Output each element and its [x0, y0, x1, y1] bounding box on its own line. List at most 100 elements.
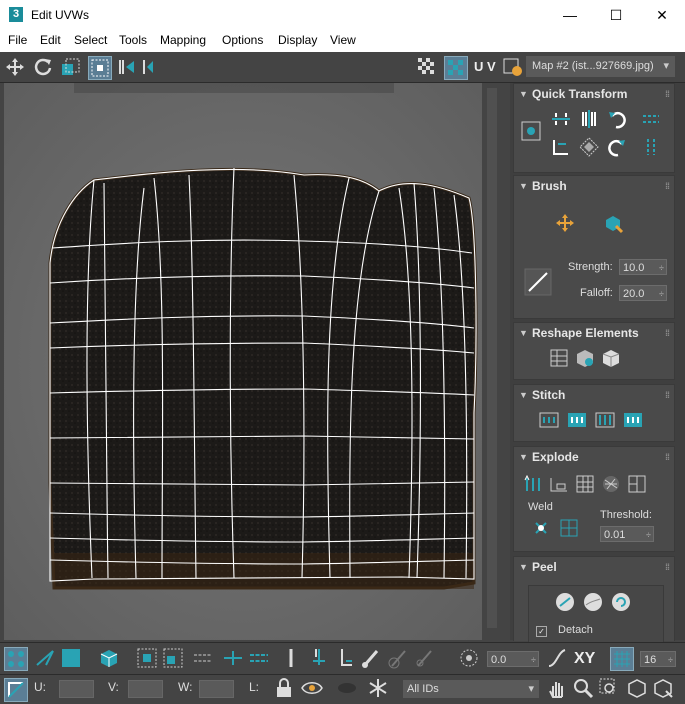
- paint-move-icon[interactable]: [554, 212, 576, 234]
- detach-edge-icon[interactable]: [548, 473, 570, 495]
- relax-until-flat-icon[interactable]: [600, 347, 622, 369]
- menu-edit[interactable]: Edit: [40, 33, 61, 47]
- flatten-by-smoothing-icon[interactable]: [600, 473, 622, 495]
- grid-size-spinner[interactable]: 16: [640, 651, 676, 668]
- map-select[interactable]: Map #2 (ist...927669.jpg): [526, 56, 675, 77]
- move-icon[interactable]: [4, 56, 26, 78]
- xy-label[interactable]: XY: [574, 650, 595, 668]
- loop-shrink-icon[interactable]: [248, 647, 270, 669]
- peel-rollout: ▼ Peel ⁞⁞ ✓ Detach: [513, 556, 675, 643]
- relax-element-icon[interactable]: [574, 347, 596, 369]
- stitch-to-source-icon[interactable]: [594, 409, 616, 431]
- checker-pattern-icon[interactable]: [416, 56, 438, 78]
- break-icon[interactable]: [522, 473, 544, 495]
- brush-header[interactable]: ▼ Brush ⁞⁞: [514, 176, 674, 196]
- grid-snap-icon[interactable]: [610, 647, 634, 671]
- zoom-icon[interactable]: [572, 677, 594, 699]
- reshape-header[interactable]: ▼ Reshape Elements ⁞⁞: [514, 323, 674, 343]
- vertex-mode-icon[interactable]: [4, 647, 28, 671]
- quick-peel-icon[interactable]: [554, 591, 576, 613]
- falloff-curve-icon[interactable]: [524, 268, 552, 296]
- weld-target-icon[interactable]: [558, 517, 580, 539]
- paint-select-icon[interactable]: [360, 647, 382, 669]
- zoom-selected-icon[interactable]: [652, 677, 674, 699]
- soft-selection-spinner[interactable]: 0.0: [487, 651, 539, 668]
- strength-spinner[interactable]: 10.0: [619, 259, 667, 276]
- menu-display[interactable]: Display: [278, 33, 317, 47]
- shrink-selection-icon[interactable]: [162, 647, 184, 669]
- visibility-icon[interactable]: [300, 677, 324, 699]
- ring-shrink-icon[interactable]: [334, 647, 356, 669]
- ring-grow-icon[interactable]: [308, 647, 330, 669]
- grow-selection-icon[interactable]: [136, 647, 158, 669]
- element-mode-icon[interactable]: [98, 647, 120, 669]
- face-mode-icon[interactable]: [60, 647, 82, 669]
- rotate-icon[interactable]: [32, 56, 54, 78]
- align-horizontal-icon[interactable]: [550, 108, 572, 130]
- loop-select-icon[interactable]: [192, 647, 214, 669]
- material-id-select[interactable]: All IDs: [403, 680, 539, 698]
- align-vertical-icon[interactable]: [578, 108, 600, 130]
- reset-peel-icon[interactable]: [610, 591, 632, 613]
- rotate-cw-icon[interactable]: [606, 136, 628, 158]
- stitch-custom-icon[interactable]: [622, 409, 644, 431]
- edge-mode-icon[interactable]: [34, 647, 56, 669]
- stitch-to-target-icon[interactable]: [538, 409, 560, 431]
- uv-editor-viewport[interactable]: [4, 83, 482, 640]
- straighten-selection-icon[interactable]: [548, 347, 570, 369]
- v-field[interactable]: [128, 680, 163, 698]
- lock-icon[interactable]: [274, 677, 294, 699]
- uv-mesh-canvas[interactable]: [4, 83, 482, 640]
- weld-selected-icon[interactable]: [530, 517, 552, 539]
- straighten-icon[interactable]: [578, 136, 600, 158]
- explode-header[interactable]: ▼ Explode ⁞⁞: [514, 447, 674, 467]
- scale-icon[interactable]: [60, 56, 82, 78]
- absolute-relative-toggle-icon[interactable]: [4, 678, 28, 702]
- peel-mode-icon[interactable]: [582, 591, 604, 613]
- zoom-extents-icon[interactable]: [626, 677, 648, 699]
- minimize-button[interactable]: —: [547, 0, 593, 30]
- pan-icon[interactable]: [546, 677, 568, 699]
- align-to-edge-icon[interactable]: [550, 136, 572, 158]
- space-horizontal-icon[interactable]: [640, 108, 662, 130]
- flatten-by-material-icon[interactable]: [626, 473, 648, 495]
- loop-grow-icon[interactable]: [222, 647, 244, 669]
- relax-brush-icon[interactable]: [602, 212, 624, 234]
- stitch-header[interactable]: ▼ Stitch ⁞⁞: [514, 385, 674, 405]
- falloff-type-icon[interactable]: [546, 647, 568, 669]
- falloff-spinner[interactable]: 20.0: [619, 285, 667, 302]
- space-vertical-icon[interactable]: [640, 136, 662, 158]
- set-pivot-icon[interactable]: [520, 120, 542, 142]
- show-map-icon[interactable]: [444, 56, 468, 80]
- w-field[interactable]: [199, 680, 234, 698]
- maximize-button[interactable]: ☐: [593, 0, 639, 30]
- freeze-icon[interactable]: [366, 677, 390, 699]
- menu-view[interactable]: View: [330, 33, 356, 47]
- menu-select[interactable]: Select: [74, 33, 107, 47]
- threshold-spinner[interactable]: 0.01: [600, 526, 654, 543]
- paint-grow-icon[interactable]: [388, 647, 410, 669]
- paint-shrink-icon[interactable]: [414, 647, 436, 669]
- detach-checkbox[interactable]: ✓: [536, 626, 547, 637]
- menu-mapping[interactable]: Mapping: [160, 33, 206, 47]
- rotate-ccw-icon[interactable]: [606, 108, 628, 130]
- soft-selection-icon[interactable]: [458, 647, 480, 669]
- mirror-vertical-icon[interactable]: [134, 56, 156, 78]
- menu-tools[interactable]: Tools: [119, 33, 147, 47]
- quick-transform-header[interactable]: ▼ Quick Transform ⁞⁞: [514, 84, 674, 104]
- panel-scrollbar-thumb[interactable]: [487, 88, 497, 628]
- render-map-icon[interactable]: [502, 56, 524, 78]
- freeform-mode-icon[interactable]: [88, 56, 112, 80]
- ring-select-icon[interactable]: [280, 647, 302, 669]
- zoom-region-icon[interactable]: [598, 677, 620, 699]
- flatten-by-polygon-icon[interactable]: [574, 473, 596, 495]
- menu-options[interactable]: Options: [222, 33, 263, 47]
- panel-scrollbar[interactable]: [484, 83, 508, 640]
- close-button[interactable]: ✕: [639, 0, 685, 30]
- peel-header[interactable]: ▼ Peel ⁞⁞: [514, 557, 674, 577]
- stitch-average-icon[interactable]: [566, 409, 588, 431]
- menu-file[interactable]: File: [8, 33, 27, 47]
- uv-label[interactable]: U V: [474, 59, 496, 74]
- u-field[interactable]: [59, 680, 94, 698]
- hide-icon[interactable]: [334, 677, 360, 699]
